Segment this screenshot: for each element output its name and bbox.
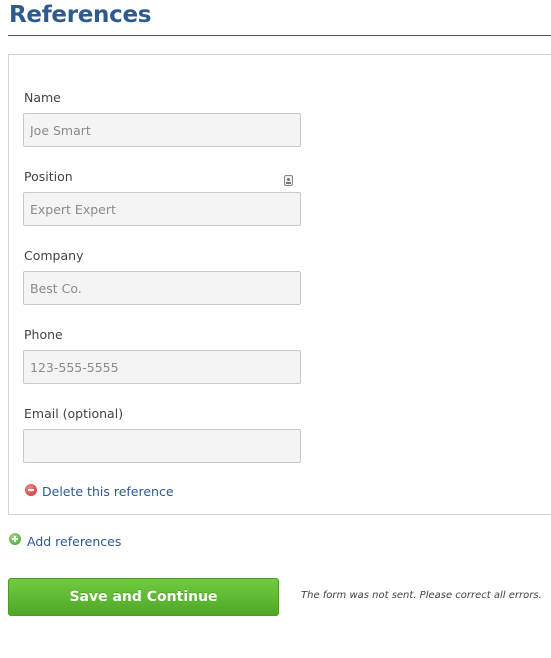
email-input[interactable]: [23, 429, 301, 463]
plus-circle-icon[interactable]: [9, 533, 21, 545]
delete-reference-link[interactable]: Delete this reference: [42, 484, 174, 499]
page-title: References: [9, 2, 152, 28]
form-error-message: The form was not sent. Please correct al…: [301, 590, 542, 601]
add-references-link[interactable]: Add references: [27, 534, 121, 549]
phone-input[interactable]: [23, 350, 301, 384]
title-divider: [8, 35, 551, 36]
reference-panel: Name Position Company Phone Email (optio…: [8, 54, 551, 515]
save-and-continue-button[interactable]: Save and Continue: [8, 578, 279, 616]
email-label: Email (optional): [24, 406, 124, 421]
company-input[interactable]: [23, 271, 301, 305]
position-label: Position: [24, 169, 73, 184]
phone-label: Phone: [24, 327, 63, 342]
minus-circle-icon[interactable]: [25, 484, 37, 496]
name-input[interactable]: [23, 113, 301, 147]
contact-card-icon[interactable]: [284, 175, 293, 186]
name-label: Name: [24, 90, 61, 105]
position-input[interactable]: [23, 192, 301, 226]
company-label: Company: [24, 248, 84, 263]
